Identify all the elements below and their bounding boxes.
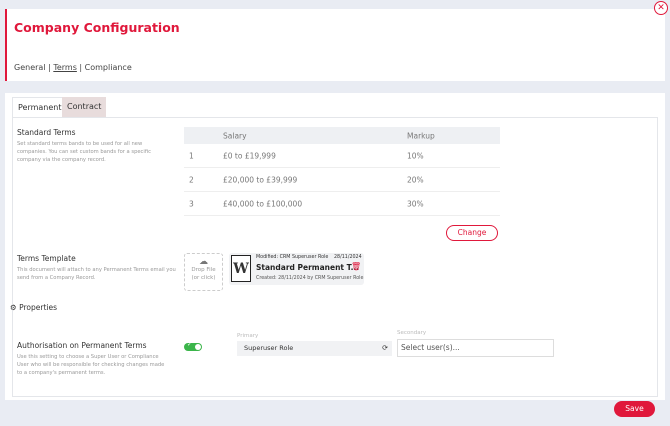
separator: | — [76, 63, 85, 72]
band-number: 1 — [189, 151, 194, 160]
standard-terms-description: Set standard terms bands to be used for … — [17, 141, 151, 163]
table-row: 2 £20,000 to £39,999 20% — [184, 168, 500, 192]
file-modified-date: 28/11/2024 — [334, 255, 362, 260]
table-row: 1 £0 to £19,999 10% — [184, 144, 500, 168]
check-icon: ✓ — [187, 341, 193, 348]
close-icon: ✕ — [657, 3, 665, 13]
table-header: Salary Markup — [184, 127, 500, 144]
primary-value: Superuser Role — [244, 344, 294, 352]
main-card: Permanent Contract Standard Terms Set st… — [5, 93, 665, 400]
secondary-user-select[interactable]: Select user(s)... — [397, 339, 554, 357]
band-markup: 10% — [407, 151, 424, 160]
trash-icon[interactable]: 🗑 — [351, 262, 361, 271]
column-salary: Salary — [223, 131, 247, 140]
band-markup: 30% — [407, 199, 424, 208]
properties-label: Properties — [19, 303, 58, 312]
terms-table: Salary Markup 1 £0 to £19,999 10% 2 £20,000… — [184, 127, 500, 216]
primary-select[interactable]: Superuser Role ⟳ — [237, 341, 392, 356]
band-number: 2 — [189, 175, 194, 184]
cloud-upload-icon: ☁ — [199, 257, 208, 267]
authorisation-toggle[interactable]: ✓ — [184, 341, 202, 351]
drop-hint: (or click) — [191, 275, 216, 281]
terms-template-title: Terms Template — [17, 254, 76, 263]
refresh-icon[interactable]: ⟳ — [382, 341, 388, 356]
page-title: Company Configuration — [14, 20, 180, 35]
authorisation-title: Authorisation on Permanent Terms — [17, 341, 147, 350]
tab-permanent[interactable]: Permanent — [12, 97, 68, 117]
breadcrumb: General | Terms | Compliance — [14, 63, 132, 72]
drop-label: Drop File — [191, 267, 216, 273]
table-row: 3 £40,000 to £100,000 30% — [184, 192, 500, 216]
breadcrumb-compliance[interactable]: Compliance — [85, 63, 132, 72]
breadcrumb-terms[interactable]: Terms — [53, 63, 77, 72]
file-created: Created: 28/11/2024 by CRM Superuser Rol… — [256, 276, 364, 281]
band-number: 3 — [189, 199, 194, 208]
band-salary: £40,000 to £100,000 — [223, 199, 303, 208]
gear-icon: ⚙ — [10, 303, 17, 312]
authorisation-description: Use this setting to choose a Super User … — [17, 354, 165, 376]
tab-panel: Standard Terms Set standard terms bands … — [10, 117, 658, 397]
band-salary: £20,000 to £39,999 — [223, 175, 298, 184]
file-modified: Modified: CRM Superuser Role — [256, 255, 329, 260]
change-button[interactable]: Change — [446, 225, 498, 241]
file-drop-zone[interactable]: ☁ Drop File (or click) — [184, 253, 223, 291]
primary-label: Primary — [237, 333, 259, 339]
secondary-label: Secondary — [397, 330, 427, 336]
band-salary: £0 to £19,999 — [223, 151, 276, 160]
word-document-icon: W — [231, 255, 251, 282]
tab-contract[interactable]: Contract — [62, 97, 107, 117]
header-card: Company Configuration General | Terms | … — [5, 9, 665, 81]
terms-template-description: This document will attach to any Permane… — [17, 267, 176, 281]
close-button[interactable]: ✕ — [654, 1, 668, 15]
save-button[interactable]: Save — [614, 401, 655, 417]
file-name[interactable]: Standard Permanent T... — [256, 263, 359, 272]
band-markup: 20% — [407, 175, 424, 184]
column-markup: Markup — [407, 131, 435, 140]
breadcrumb-general[interactable]: General — [14, 63, 46, 72]
template-file[interactable]: W Modified: CRM Superuser Role 28/11/202… — [229, 253, 364, 285]
properties-heading[interactable]: ⚙ Properties — [10, 303, 57, 312]
standard-terms-title: Standard Terms — [17, 128, 76, 137]
